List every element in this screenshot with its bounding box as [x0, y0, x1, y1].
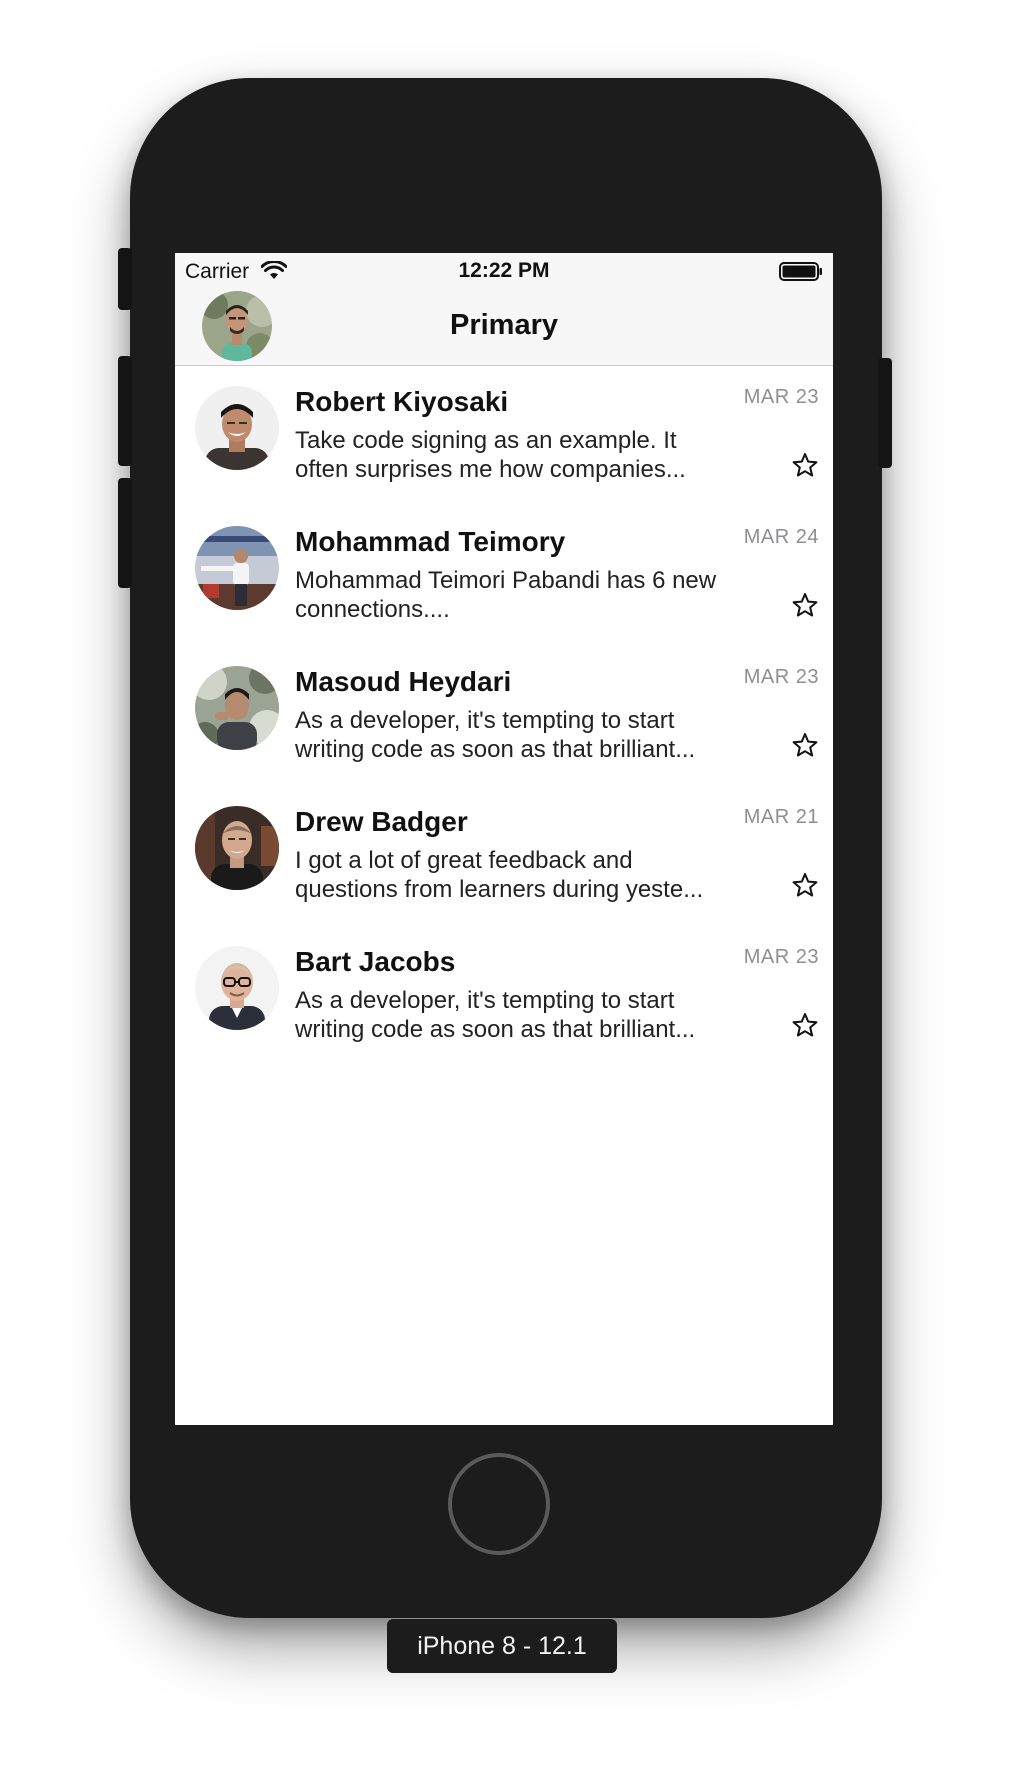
message-row[interactable]: Masoud Heydari MAR 23 As a developer, it…	[175, 646, 833, 786]
star-icon[interactable]	[792, 1012, 818, 1038]
message-date: MAR 23	[743, 386, 819, 408]
home-button[interactable]	[448, 1453, 550, 1555]
sender-name: Bart Jacobs	[295, 946, 456, 977]
sender-avatar	[195, 666, 279, 750]
sender-avatar	[195, 946, 279, 1030]
status-bar: Carrier 12:22 PM	[175, 253, 833, 287]
star-icon[interactable]	[792, 732, 818, 758]
battery-icon	[779, 262, 823, 286]
star-icon[interactable]	[792, 452, 818, 478]
message-row[interactable]: Bart Jacobs MAR 23 As a developer, it's …	[175, 926, 833, 1066]
simulator-stage: Carrier 12:22 PM Primary Robert Kiyosaki…	[0, 0, 1018, 1768]
message-date: MAR 23	[743, 946, 819, 968]
sender-name: Robert Kiyosaki	[295, 386, 509, 417]
device-screen: Carrier 12:22 PM Primary Robert Kiyosaki…	[175, 253, 833, 1425]
message-date: MAR 24	[743, 526, 819, 548]
star-icon[interactable]	[792, 592, 818, 618]
sender-avatar	[195, 386, 279, 470]
star-icon[interactable]	[792, 872, 818, 898]
sender-name: Mohammad Teimory	[295, 526, 566, 557]
message-row[interactable]: Drew Badger MAR 21 I got a lot of great …	[175, 786, 833, 926]
page-title: Primary	[449, 309, 558, 341]
device-label: iPhone 8 - 12.1	[387, 1619, 617, 1673]
volume-down-button	[118, 478, 132, 588]
message-list: Robert Kiyosaki MAR 23 Take code signing…	[175, 366, 833, 1066]
sender-avatar	[195, 806, 279, 890]
message-preview: I got a lot of great feedback and questi…	[295, 847, 704, 903]
volume-up-button	[118, 356, 132, 466]
mute-switch	[118, 248, 132, 310]
message-preview: Take code signing as an example. It ofte…	[295, 427, 686, 483]
message-row[interactable]: Mohammad Teimory MAR 24 Mohammad Teimori…	[175, 506, 833, 646]
sender-name: Masoud Heydari	[295, 666, 512, 697]
navigation-bar: Primary	[175, 287, 833, 366]
message-preview: As a developer, it's tempting to start w…	[295, 707, 696, 763]
sender-name: Drew Badger	[295, 806, 468, 837]
message-preview: As a developer, it's tempting to start w…	[295, 987, 696, 1043]
message-date: MAR 21	[743, 806, 819, 828]
power-button	[878, 358, 892, 468]
message-date: MAR 23	[743, 666, 819, 688]
status-time: 12:22 PM	[458, 259, 550, 282]
sender-avatar	[195, 526, 279, 610]
message-row[interactable]: Robert Kiyosaki MAR 23 Take code signing…	[175, 366, 833, 506]
message-preview: Mohammad Teimori Pabandi has 6 new conne…	[295, 567, 717, 623]
